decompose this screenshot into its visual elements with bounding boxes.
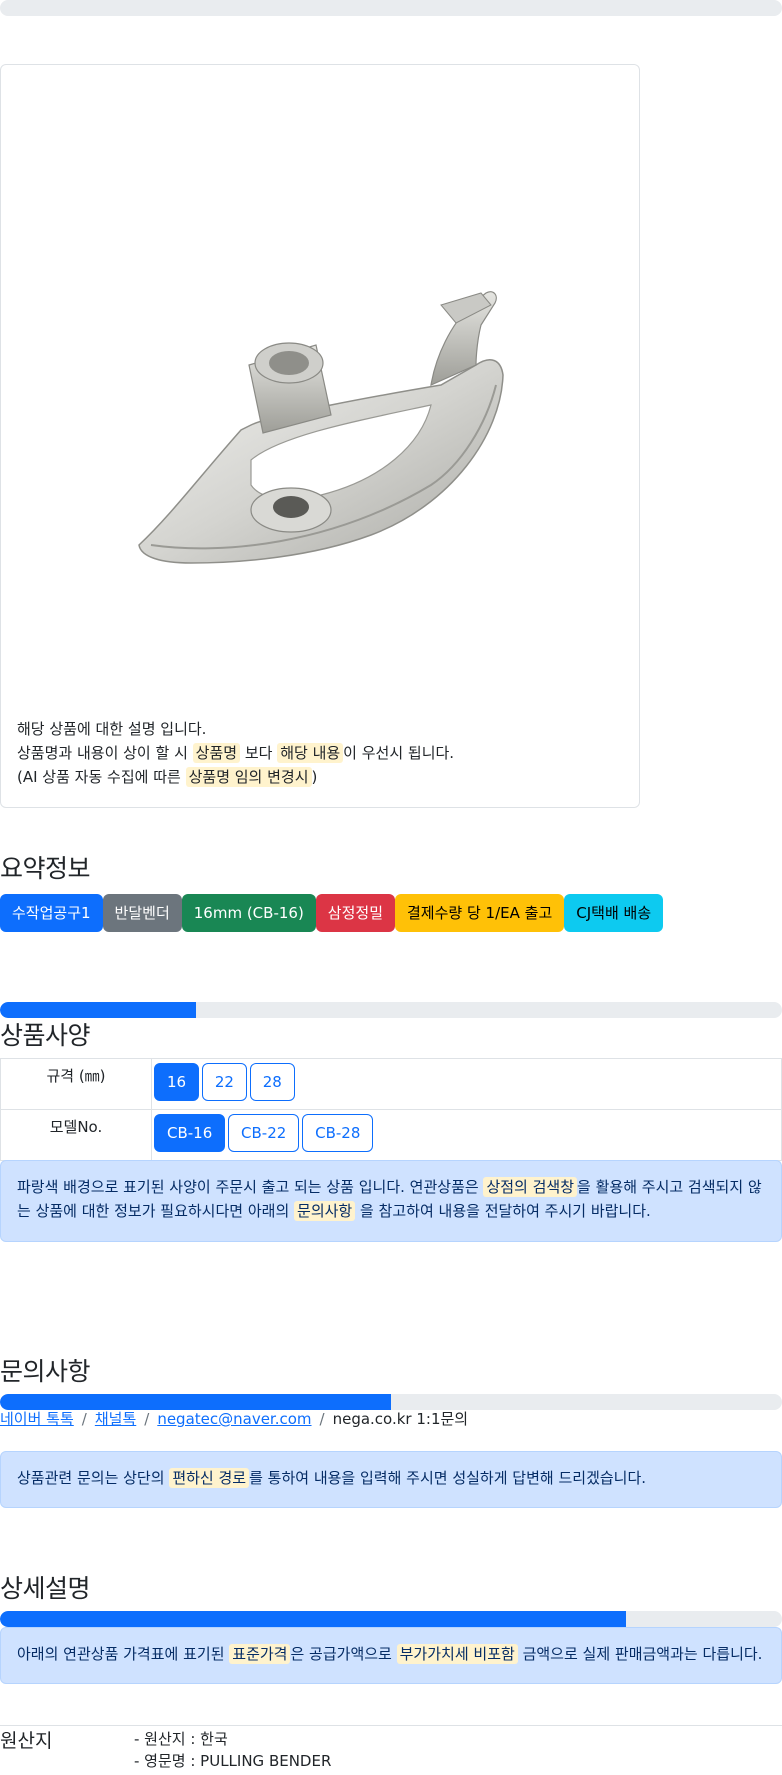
specs-title: 상품사양 bbox=[0, 1021, 91, 1050]
highlight-name-change: 상품명 임의 변경시 bbox=[185, 767, 312, 787]
description-line-2: 상품명과 내용이 상이 할 시 상품명 보다 해당 내용 이 우선시 됩니다. bbox=[17, 741, 617, 765]
notice-text: 금액으로 실제 판매금액과는 다릅니다. bbox=[517, 1645, 763, 1663]
option-size-22[interactable]: 22 bbox=[201, 1063, 247, 1101]
notice-text: 은 공급가액으로 bbox=[290, 1645, 397, 1663]
highlight-inquiry: 문의사항 bbox=[294, 1201, 356, 1221]
inquiry-title: 문의사항 bbox=[0, 1357, 91, 1386]
badge-brand: 삼정정밀 bbox=[315, 894, 395, 932]
option-model-cb28[interactable]: CB-28 bbox=[302, 1114, 374, 1152]
notice-text: 아래의 연관상품 가격표에 표기된 bbox=[17, 1645, 230, 1663]
description-text: (AI 상품 자동 수집에 따른 bbox=[17, 768, 186, 786]
link-separator: / bbox=[144, 1410, 150, 1428]
option-size-28[interactable]: 28 bbox=[249, 1063, 295, 1101]
badge-category: 수작업공구1 bbox=[0, 894, 103, 932]
description-line-1: 해당 상품에 대한 설명 입니다. bbox=[17, 720, 207, 738]
highlight-content: 해당 내용 bbox=[277, 743, 344, 763]
pulling-bender-image bbox=[138, 291, 504, 564]
origin-country: - 원산지 : 한국 bbox=[134, 1730, 228, 1748]
detail-progress-fill bbox=[0, 1611, 626, 1627]
link-email[interactable]: negatec@naver.com bbox=[157, 1410, 311, 1428]
spec-table: 규격 (㎜) 16 22 28 모델No. CB-16 CB-22 CB-28 bbox=[0, 1058, 782, 1161]
description-text: 이 우선시 됩니다. bbox=[343, 744, 455, 762]
link-channel-talk[interactable]: 채널톡 bbox=[95, 1410, 136, 1428]
highlight-vat-excluded: 부가가치세 비포함 bbox=[396, 1644, 518, 1664]
description-text: 보다 bbox=[240, 744, 278, 762]
description-text: 상품명과 내용이 상이 할 시 bbox=[17, 744, 193, 762]
badge-type: 반달벤더 bbox=[102, 894, 182, 932]
spec-options-size: 16 22 28 bbox=[151, 1058, 782, 1110]
notice-text: 을 참고하여 내용을 전달하여 주시기 바랍니다. bbox=[355, 1202, 651, 1220]
link-naver-talk[interactable]: 네이버 톡톡 bbox=[0, 1410, 74, 1428]
highlight-search-box: 상점의 검색창 bbox=[483, 1177, 578, 1197]
badge-spec: 16mm (CB-16) bbox=[181, 894, 316, 932]
notice-text: 파랑색 배경으로 표기된 사양이 주문시 출고 되는 상품 입니다. 연관상품은 bbox=[17, 1178, 484, 1196]
product-description: 해당 상품에 대한 설명 입니다. 상품명과 내용이 상이 할 시 상품명 보다… bbox=[17, 717, 617, 789]
notice-text: 상품관련 문의는 상단의 bbox=[17, 1469, 170, 1487]
spec-options-model: CB-16 CB-22 CB-28 bbox=[151, 1109, 782, 1161]
option-size-16[interactable]: 16 bbox=[154, 1063, 200, 1101]
spec-label-size: 규격 (㎜) bbox=[0, 1058, 152, 1110]
link-separator: / bbox=[319, 1410, 325, 1428]
badge-shipping: CJ택배 배송 bbox=[564, 894, 664, 932]
highlight-convenient-route: 편하신 경로 bbox=[169, 1468, 250, 1488]
inquiry-site-text: nega.co.kr 1:1문의 bbox=[332, 1410, 469, 1428]
option-model-cb16[interactable]: CB-16 bbox=[154, 1114, 226, 1152]
origin-label: 원산지 bbox=[0, 1730, 53, 1752]
origin-list: - 원산지 : 한국 - 영문명 : PULLING BENDER bbox=[134, 1728, 331, 1772]
origin-english-name: - 영문명 : PULLING BENDER bbox=[134, 1752, 332, 1770]
spec-row-model: 모델No. CB-16 CB-22 CB-28 bbox=[0, 1109, 782, 1161]
detail-notice: 아래의 연관상품 가격표에 표기된 표준가격 은 공급가액으로 부가가치세 비포함… bbox=[0, 1627, 782, 1684]
inquiry-links: 네이버 톡톡 / 채널톡 / negatec@naver.com / nega.co.kr … bbox=[0, 1408, 468, 1429]
badge-quantity: 결제수량 당 1/EA 출고 bbox=[395, 894, 565, 932]
specs-progress bbox=[0, 1002, 782, 1018]
detail-title: 상세설명 bbox=[0, 1574, 91, 1603]
origin-divider bbox=[0, 1725, 782, 1726]
option-model-cb22[interactable]: CB-22 bbox=[228, 1114, 300, 1152]
spec-label-model: 모델No. bbox=[0, 1109, 152, 1161]
detail-progress bbox=[0, 1611, 782, 1627]
spec-row-size: 규격 (㎜) 16 22 28 bbox=[0, 1058, 782, 1110]
summary-badges: 수작업공구1 반달벤더 16mm (CB-16) 삼정정밀 결제수량 당 1/E… bbox=[0, 894, 664, 932]
top-progress-bar bbox=[0, 0, 782, 16]
link-separator: / bbox=[81, 1410, 87, 1428]
summary-title: 요약정보 bbox=[0, 854, 91, 883]
highlight-standard-price: 표준가격 bbox=[229, 1644, 291, 1664]
notice-text: 를 통하여 내용을 입력해 주시면 성실하게 답변해 드리겠습니다. bbox=[249, 1469, 647, 1487]
description-line-3: (AI 상품 자동 수집에 따른 상품명 임의 변경시) bbox=[17, 765, 617, 789]
highlight-product-name: 상품명 bbox=[192, 743, 241, 763]
product-card: 해당 상품에 대한 설명 입니다. 상품명과 내용이 상이 할 시 상품명 보다… bbox=[0, 64, 640, 808]
description-text: ) bbox=[311, 768, 318, 786]
inquiry-notice: 상품관련 문의는 상단의 편하신 경로 를 통하여 내용을 입력해 주시면 성실하… bbox=[0, 1451, 782, 1508]
specs-notice: 파랑색 배경으로 표기된 사양이 주문시 출고 되는 상품 입니다. 연관상품은… bbox=[0, 1160, 782, 1242]
